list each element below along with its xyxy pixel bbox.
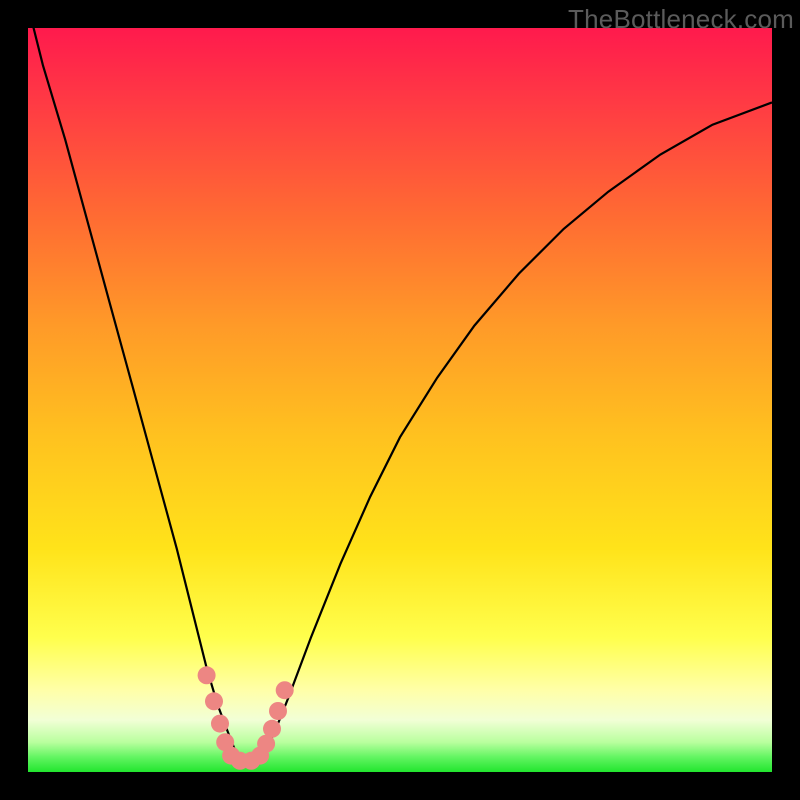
chart-svg bbox=[28, 28, 772, 772]
gradient-background bbox=[28, 28, 772, 772]
curve-marker bbox=[205, 692, 223, 710]
plot-area bbox=[28, 28, 772, 772]
curve-marker bbox=[276, 681, 294, 699]
curve-marker bbox=[263, 720, 281, 738]
curve-marker bbox=[198, 666, 216, 684]
curve-marker bbox=[269, 702, 287, 720]
chart-frame: TheBottleneck.com bbox=[0, 0, 800, 800]
watermark-text: TheBottleneck.com bbox=[568, 4, 794, 35]
curve-marker bbox=[211, 715, 229, 733]
